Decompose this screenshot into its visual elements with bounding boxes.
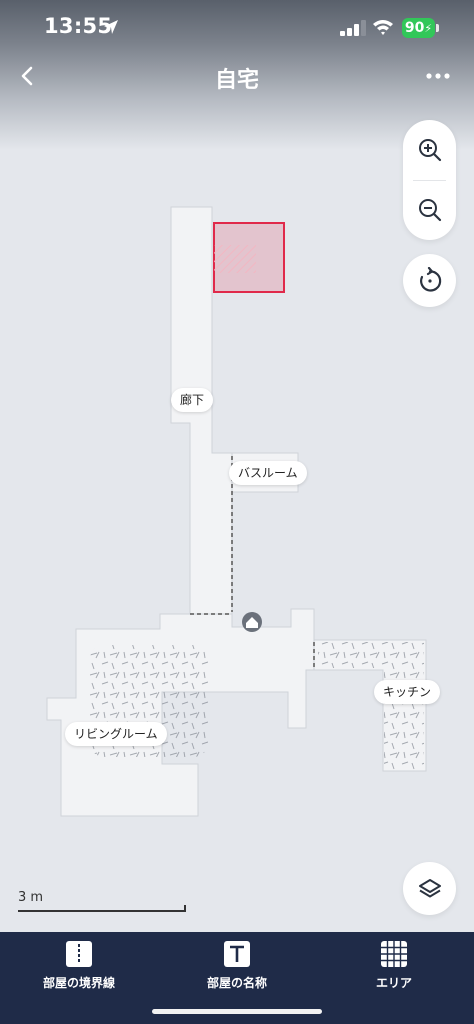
room-label-living[interactable]: リビングルーム [65, 722, 167, 746]
rotate-icon [419, 266, 441, 292]
layers-button[interactable] [403, 862, 456, 915]
rotate-button[interactable] [403, 254, 456, 307]
zoom-out-icon [418, 199, 441, 222]
room-label-bathroom[interactable]: バスルーム [229, 461, 307, 485]
zoom-in-icon [418, 139, 441, 162]
zoom-out-button[interactable] [403, 180, 456, 240]
zoom-in-button[interactable] [403, 120, 456, 180]
home-indicator [152, 1009, 322, 1014]
kitchen-carpet-a [318, 642, 424, 668]
tab-label: 部屋の境界線 [42, 976, 115, 990]
scale-bar [18, 905, 186, 912]
zoom-controls [403, 120, 456, 240]
grid-icon [381, 941, 407, 967]
tab-label: 部屋の名称 [206, 976, 267, 990]
selected-area-inner [214, 245, 256, 273]
tab-room-boundary[interactable]: 部屋の境界線 [19, 940, 139, 991]
tab-area[interactable]: エリア [334, 940, 454, 991]
divider-icon [66, 941, 92, 967]
layers-icon [418, 878, 441, 897]
room-label-kitchen[interactable]: キッチン [374, 680, 441, 704]
room-label-hallway[interactable]: 廊下 [171, 388, 214, 412]
text-icon [224, 941, 250, 967]
tab-label: エリア [375, 976, 412, 990]
home-icon [242, 612, 262, 632]
tab-room-name[interactable]: 部屋の名称 [177, 940, 297, 991]
